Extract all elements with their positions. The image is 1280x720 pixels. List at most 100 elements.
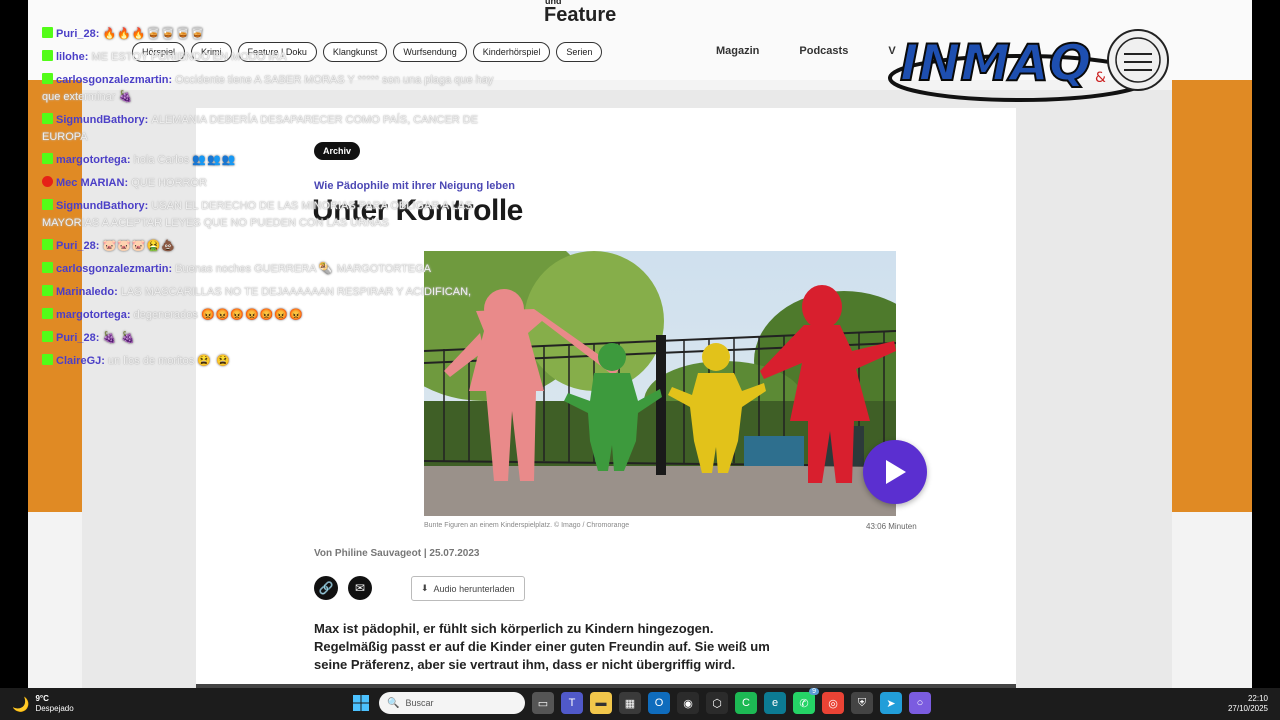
kick-badge-icon [42,73,53,84]
chat-emotes: 🌯 [318,263,334,275]
kick-badge-icon [42,50,53,61]
chat-text: QUE HORROR [131,177,207,189]
chat-username[interactable]: Puri_28 [56,332,96,344]
chat-message: lilohe: ME ESTOY PONIENDO EN MODO IRA [42,49,512,66]
chat-message: SigmundBathory: USAN EL DERECHO DE LAS M… [42,199,473,229]
audio-duration: 43:06 Minuten [866,522,917,531]
chat-text: un lios de moritos [107,355,195,367]
weather-widget[interactable]: 🌙 9°C Despejado [12,694,74,714]
chat-message: Marinaledo: LAS MASCARILLAS NO TE DEJAAA… [42,284,512,301]
whatsapp-icon[interactable]: ✆ 9 [793,688,819,714]
chat-message: carlosgonzalezmartin: Buenas noches GUER… [42,261,512,278]
brand-label: Feature [544,4,617,26]
chat-emotes: 😫 😫 [197,355,231,367]
obs-icon[interactable]: ◉ [677,692,699,714]
search-placeholder: Buscar [405,698,434,708]
chat-text: ME ESTOY PONIENDO EN MODO IRA [91,51,287,63]
channel-logo: INMAQ & [870,14,1180,110]
kick-badge-icon [42,308,53,319]
outlook-icon[interactable]: O [648,692,670,714]
chat-message: ClaireGJ: un lios de moritos 😫 😫 [42,353,512,370]
green-app-icon[interactable]: C [735,692,757,714]
chat-emotes: 😡😡😡😡😡😡😡 [200,309,304,321]
channel-logo-graphic: INMAQ & [888,29,1169,102]
category-chip[interactable]: Serien [556,42,603,62]
chat-emotes: 👥👥👥 [192,154,237,166]
nav-link[interactable]: Magazin [716,45,759,57]
telegram-icon[interactable]: ➤ [880,692,902,714]
chat-message: SigmundBathory: ALEMANIA DEBERÍA DESAPAR… [42,113,478,143]
download-label: Audio herunterladen [433,583,515,594]
chat-emotes: 🍇 [118,91,134,103]
share-link-button[interactable]: 🔗 [314,576,338,600]
kick-badge-icon [42,27,53,38]
chat-message: margotortega: hola Carlos 👥👥👥 [42,152,512,169]
taskbar: 🌙 9°C Despejado 🔍 Buscar ▭ T ▬ ▦ O ◉ ⬡ C… [0,688,1280,720]
store-icon[interactable]: ▦ [619,692,641,714]
moon-icon: 🌙 [12,695,30,712]
chat-username[interactable]: ClaireGJ [56,355,101,367]
edge-icon[interactable]: e [764,692,786,714]
logo-ampersand: & [1095,70,1106,86]
taskbar-search[interactable]: 🔍 Buscar [379,692,525,714]
play-icon [886,460,906,484]
chat-username[interactable]: Puri_28 [56,240,96,252]
vpn-icon[interactable]: ⛨ [851,692,873,714]
teams-icon[interactable]: T [561,692,583,714]
download-icon: ⬇ [421,583,429,593]
kick-badge-icon [42,199,53,210]
kick-badge-icon [42,262,53,273]
share-email-button[interactable]: ✉ [348,576,372,600]
kick-badge-icon [42,153,53,164]
chat-username[interactable]: margotortega [56,154,127,166]
system-clock[interactable]: 22:10 27/10/2025 [1228,694,1268,714]
kick-badge-icon [42,285,53,296]
chat-username[interactable]: Mec MARIAN [56,177,124,189]
chat-text: MARGOTORTEGA [336,263,432,275]
kick-badge-icon [42,354,53,365]
app-cube-icon[interactable]: ⬡ [706,692,728,714]
start-windows-icon[interactable] [350,692,372,714]
photo-caption: Bunte Figuren an einem Kinderspielplatz.… [424,522,630,529]
taskbar-apps: 🔍 Buscar ▭ T ▬ ▦ O ◉ ⬡ C e ✆ 9 ◎ ⛨ ➤ ○ [350,688,931,714]
chat-message: Puri_28: 🐷🐷🐷🤮💩 [42,238,512,255]
chat-emotes: 🍇 🍇 [102,332,136,344]
body-line: seine Präferenz, aber sie vertraut ihm, … [314,657,736,672]
chat-username[interactable]: lilohe [56,51,85,63]
kick-badge-icon [42,239,53,250]
file-explorer-icon[interactable]: ▬ [590,692,612,714]
chat-message: Puri_28: 🔥🔥🔥🥃🥃🥃🥃 [42,26,512,43]
chat-username[interactable]: Puri_28 [56,28,96,40]
chat-message: Puri_28: 🍇 🍇 [42,330,512,347]
orange-side-panel-right [1172,80,1252,512]
chat-text: Buenas noches GUERRERA [175,263,316,275]
chat-username[interactable]: SigmundBathory [56,114,145,126]
body-line: Regelmäßig passt er auf die Kinder einer… [314,639,770,654]
circle-app-icon[interactable]: ○ [909,692,931,714]
task-view-icon[interactable]: ▭ [532,692,554,714]
chat-text: degenerados [133,309,198,321]
audio-download-button[interactable]: ⬇ Audio herunterladen [411,576,525,601]
chat-username[interactable]: SigmundBathory [56,200,145,212]
chat-username[interactable]: margotortega [56,309,127,321]
chat-username[interactable]: carlosgonzalezmartin [56,74,168,86]
main-nav: Magazin Podcasts V [716,45,896,57]
article-byline: Von Philine Sauvageot | 25.07.2023 [314,548,480,559]
clock-date: 27/10/2025 [1227,704,1268,713]
chat-emotes: 🐷🐷🐷🤮💩 [102,240,176,252]
nav-link[interactable]: Podcasts [799,45,848,57]
article-body: Max ist pädophil, er fühlt sich körperli… [314,620,814,674]
chat-emotes: 🔥🔥🔥🥃🥃🥃🥃 [102,28,206,40]
chat-username[interactable]: Marinaledo [56,286,114,298]
kick-badge-icon [42,113,53,124]
logo-text: INMAQ [900,34,1091,92]
weather-temp: 9°C [35,694,49,703]
chat-message: Mec MARIAN: QUE HORROR [42,175,512,192]
play-button[interactable] [863,440,927,504]
chat-username[interactable]: carlosgonzalezmartin [56,263,168,275]
weather-desc: Despejado [35,704,74,713]
kick-badge-icon [42,331,53,342]
chat-text: LAS MASCARILLAS NO TE DEJAAAAAAN RESPIRA… [120,286,472,298]
body-line: Max ist pädophil, er fühlt sich körperli… [314,621,714,636]
chrome-icon[interactable]: ◎ [822,692,844,714]
